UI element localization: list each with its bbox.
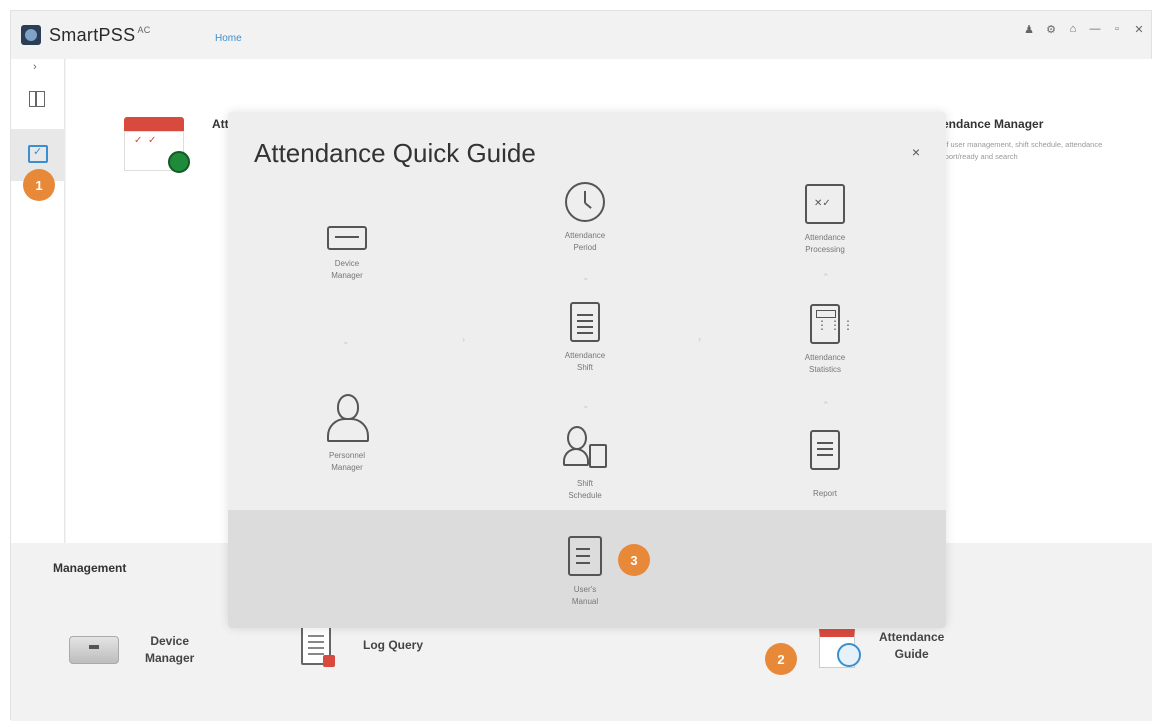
label-line: Shift (576, 479, 593, 488)
guide-node-users-manual[interactable]: User's Manual (540, 536, 630, 608)
clock-icon (565, 182, 605, 222)
flow-arrow: ⌄ (582, 272, 590, 282)
label-line: User's (573, 585, 597, 594)
label-line: Manager (331, 271, 363, 280)
step-badge-2: 2 (765, 643, 797, 675)
guide-node-shift-schedule[interactable]: Shift Schedule (540, 426, 630, 502)
label-line: Attendance (804, 233, 846, 242)
label-line: Processing (805, 245, 845, 254)
flow-arrow: ⌄ (582, 400, 590, 410)
guide-node-device-manager[interactable]: Device Manager (302, 216, 392, 282)
maximize-icon[interactable]: ▫ (1111, 23, 1123, 36)
log-query-label: Log Query (363, 637, 424, 652)
check-icon: ✓ (134, 135, 143, 146)
attendance-manager-title[interactable]: tendance Manager (938, 117, 1043, 131)
guide-node-personnel-manager[interactable]: Personnel Manager (302, 394, 392, 474)
lock-icon[interactable]: ⌂ (1067, 23, 1079, 36)
flow-arrow: › (462, 334, 465, 344)
dialog-close-button[interactable]: × (912, 144, 920, 160)
attendance-card-icon[interactable]: ✓ ✓ (124, 117, 190, 175)
guide-node-attendance-shift[interactable]: Attendance Shift (540, 302, 630, 374)
manual-icon (568, 536, 602, 576)
guide-node-attendance-period[interactable]: Attendance Period (540, 182, 630, 254)
guide-node-label: User's Manual (540, 584, 630, 608)
guide-node-label: Device Manager (302, 258, 392, 282)
label-line: Personnel (328, 451, 366, 460)
device-manager-label-line1: Device (150, 634, 190, 648)
shift-schedule-icon (563, 426, 607, 470)
guide-node-attendance-statistics[interactable]: Attendance Statistics (780, 304, 870, 376)
label-line: Attendance (564, 231, 606, 240)
calculator-icon (810, 304, 855, 344)
dialog-title: Attendance Quick Guide (254, 138, 536, 168)
attendance-guide-label-line1: Attendance (879, 630, 945, 644)
guide-node-report[interactable]: Report (780, 430, 870, 500)
log-query-icon (301, 625, 335, 667)
report-icon (810, 430, 840, 470)
app-name: SmartPSS AC (49, 25, 151, 46)
guide-node-label: Attendance Statistics (780, 352, 870, 376)
flow-arrow: › (698, 334, 701, 344)
user-icon[interactable]: ♟ (1023, 23, 1035, 36)
attendance-icon (28, 145, 48, 163)
flow-arrow: ⌄ (342, 336, 350, 346)
guide-node-attendance-processing[interactable]: Attendance Processing (780, 184, 870, 256)
check-icon: ✓ (148, 135, 157, 146)
label-line: Manual (571, 597, 599, 606)
attendance-manager-desc: pdf user management, shift schedule, att… (938, 140, 1103, 161)
guide-node-label: Personnel Manager (302, 450, 392, 474)
quick-guide-dialog: Attendance Quick Guide × Device Manager … (228, 112, 946, 628)
guide-node-label: Shift Schedule (540, 478, 630, 502)
nav-expand-icon[interactable]: › (33, 61, 37, 73)
label-line: Device (334, 259, 360, 268)
status-ball-icon (168, 151, 190, 173)
step-badge-1: 1 (23, 169, 55, 201)
window-controls: ♟ ⚙ ⌂ — ▫ ✕ (1023, 23, 1145, 36)
home-icon[interactable] (29, 91, 45, 107)
guide-node-label: Attendance Period (540, 230, 630, 254)
attendance-guide-button[interactable]: Attendance Guide (817, 627, 944, 668)
label-line: Statistics (808, 365, 841, 374)
app-name-sup: AC (137, 25, 151, 35)
guide-node-label: Report (780, 488, 870, 500)
attendance-guide-label: Attendance Guide (879, 629, 944, 663)
label-line: Shift (576, 363, 593, 372)
guide-node-label: Attendance Processing (780, 232, 870, 256)
flow-arrow: ⌃ (822, 272, 830, 282)
device-icon (327, 226, 367, 250)
label-line: Attendance (564, 351, 606, 360)
log-query-button[interactable]: Log Query (301, 625, 424, 667)
attendance-guide-icon (817, 627, 861, 668)
title-bar: SmartPSS AC Home ♟ ⚙ ⌂ — ▫ ✕ (11, 11, 1151, 59)
guide-node-label: Attendance Shift (540, 350, 630, 374)
device-manager-button[interactable]: Device Manager (69, 633, 194, 667)
settings-icon[interactable]: ⚙ (1045, 23, 1057, 36)
calendar-check-icon (805, 184, 845, 224)
minimize-icon[interactable]: — (1089, 23, 1101, 36)
flow-arrow: ⌃ (822, 400, 830, 410)
step-badge-3: 3 (618, 544, 650, 576)
app-name-text: SmartPSS (49, 25, 136, 45)
close-icon[interactable]: ✕ (1133, 23, 1145, 36)
label-line: Manager (331, 463, 363, 472)
label-line: Period (573, 243, 597, 252)
label-line: Report (812, 489, 837, 498)
person-body (563, 448, 589, 466)
attendance-card-title[interactable]: Att (212, 117, 229, 131)
attendance-guide-label-line2: Guide (894, 647, 929, 661)
label-line: Attendance (804, 353, 846, 362)
management-title: Management (53, 561, 127, 575)
tab-home[interactable]: Home (215, 33, 242, 44)
device-manager-label-line2: Manager (145, 651, 195, 665)
personnel-icon (325, 394, 369, 442)
left-nav: › (11, 59, 65, 543)
device-manager-icon (69, 636, 119, 664)
app-logo-icon (21, 25, 41, 45)
clipboard-icon (570, 302, 600, 342)
label-line: Schedule (568, 491, 602, 500)
calendar-header (124, 117, 184, 131)
device-manager-label: Device Manager (145, 633, 194, 667)
